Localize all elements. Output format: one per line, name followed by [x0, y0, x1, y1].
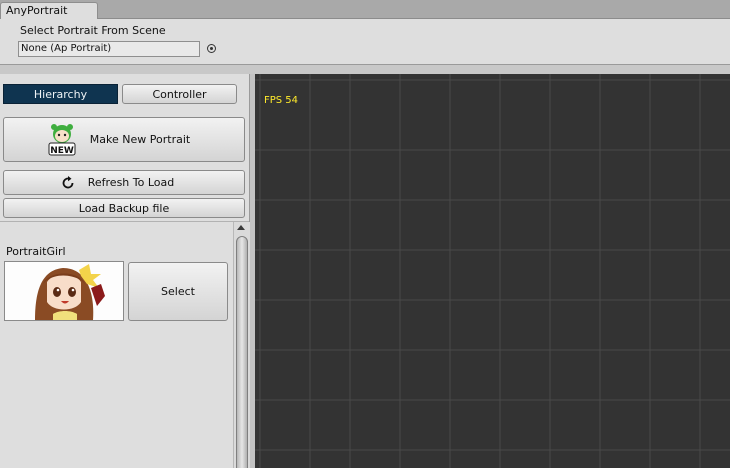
new-portrait-icon: NEW [48, 123, 76, 156]
object-picker-icon[interactable] [207, 44, 216, 53]
scene-viewport[interactable]: FPS 54 [255, 74, 730, 468]
load-backup-file-button[interactable]: Load Backup file [3, 198, 245, 218]
viewport-grid [255, 74, 730, 468]
list-divider [0, 221, 249, 222]
refresh-icon [62, 175, 74, 188]
portrait-thumbnail [4, 261, 124, 321]
make-new-portrait-button[interactable]: NEW Make New Portrait [3, 117, 245, 162]
new-icon-text: NEW [50, 146, 74, 156]
scroll-up-arrow-icon[interactable] [237, 225, 245, 230]
portrait-object-field[interactable]: None (Ap Portrait) [18, 41, 200, 57]
list-scrollbar[interactable] [233, 222, 250, 468]
refresh-to-load-label: Refresh To Load [87, 176, 175, 189]
left-panel: Hierarchy Controller NEW Make New Portra… [0, 74, 250, 468]
select-portrait-button[interactable]: Select [128, 262, 228, 321]
portrait-name-label: PortraitGirl [6, 245, 66, 258]
window-tab-bar: AnyPortrait [0, 0, 730, 19]
tab-hierarchy[interactable]: Hierarchy [3, 84, 118, 104]
scrollbar-thumb[interactable] [236, 236, 248, 468]
make-new-portrait-label: Make New Portrait [89, 133, 191, 146]
refresh-to-load-button[interactable]: Refresh To Load [3, 170, 245, 195]
window-tab-anyportrait[interactable]: AnyPortrait [0, 2, 98, 19]
tab-controller[interactable]: Controller [122, 84, 237, 104]
fps-counter: FPS 54 [264, 95, 299, 106]
portrait-girl-image [5, 262, 123, 320]
select-portrait-label: Select Portrait From Scene [20, 24, 166, 37]
header-separator [0, 65, 730, 74]
portrait-selector-header: Select Portrait From Scene None (Ap Port… [0, 19, 730, 65]
